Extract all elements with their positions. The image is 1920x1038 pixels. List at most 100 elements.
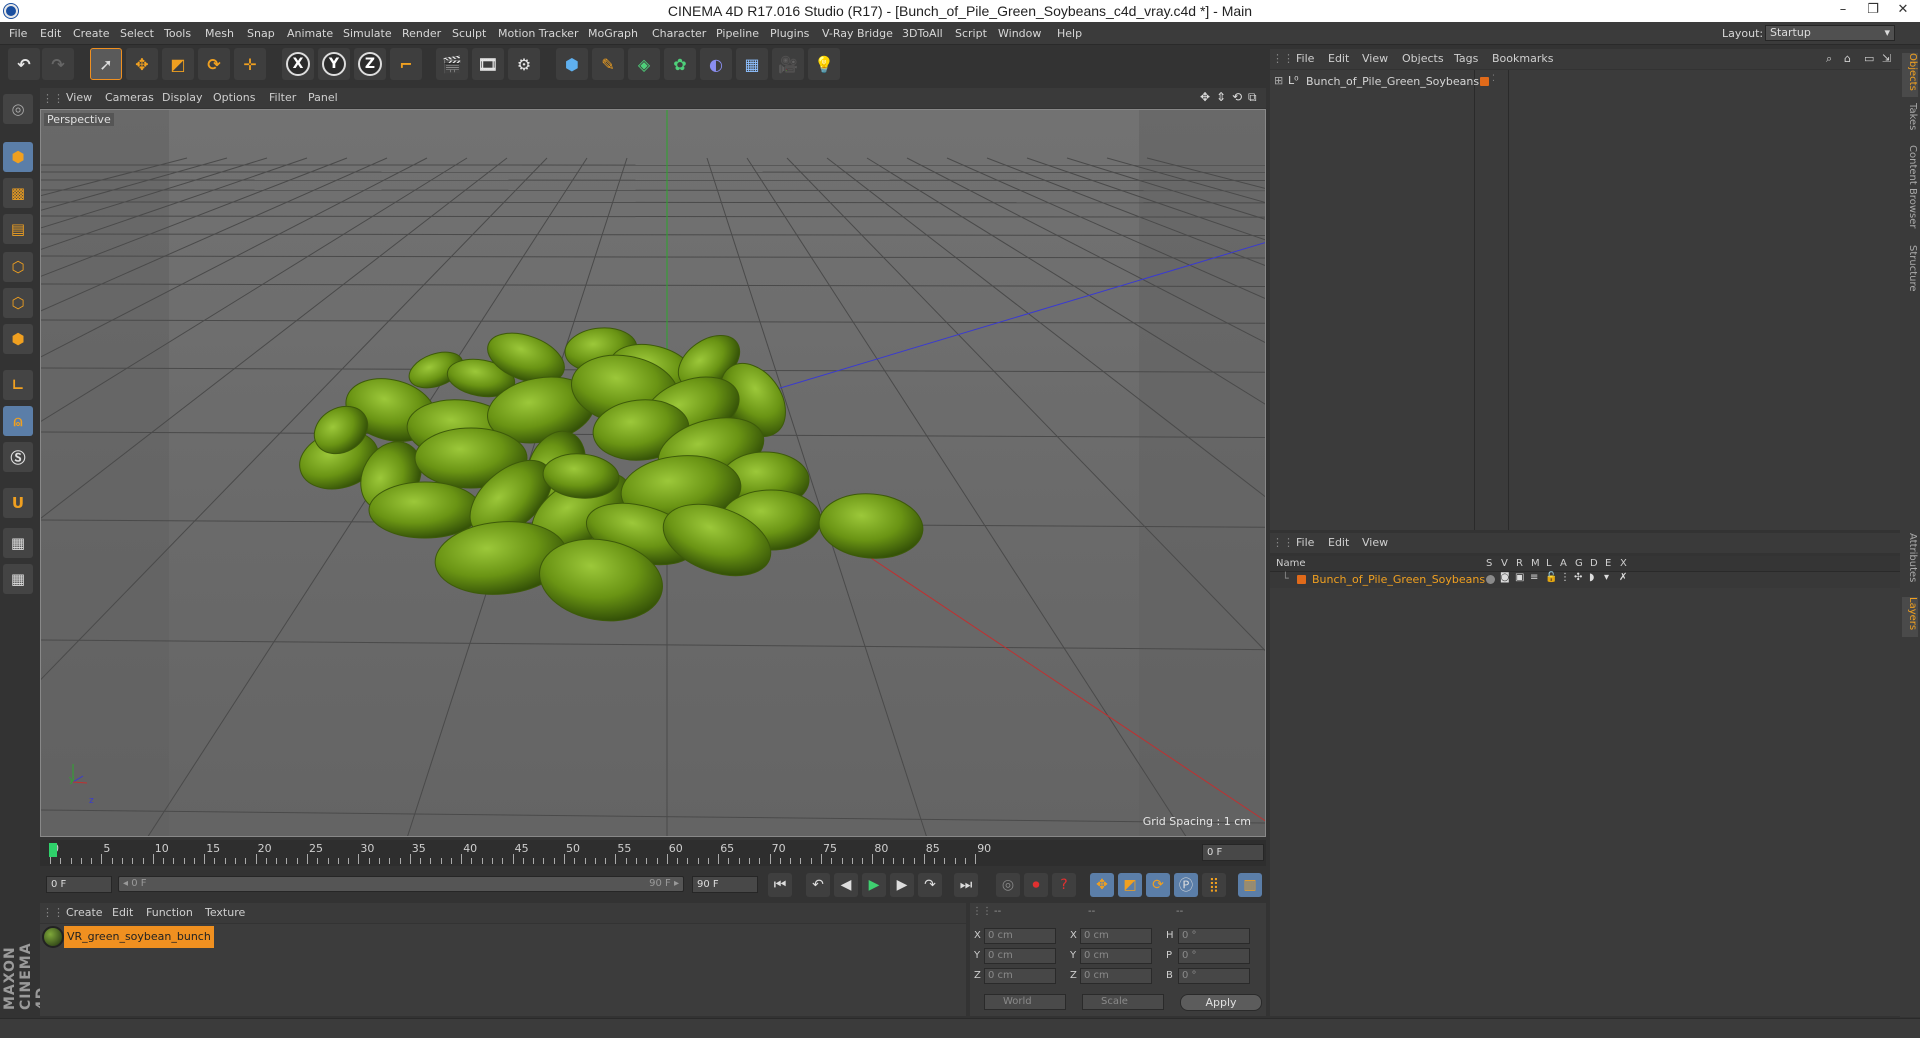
lock-workplane-button[interactable]: ▦ xyxy=(3,528,33,558)
previous-frame-button[interactable]: ◀ xyxy=(834,873,858,897)
om-menu-objects[interactable]: Objects xyxy=(1402,52,1444,65)
viewport-camera-label[interactable]: Perspective xyxy=(44,113,114,126)
maximize-view-icon[interactable]: ⧉ xyxy=(1248,90,1257,105)
menu-3dtoall[interactable]: 3DToAll xyxy=(902,27,943,40)
make-editable-button[interactable]: ◎ xyxy=(3,94,33,124)
cube-object-button[interactable]: ⬢ xyxy=(556,48,588,80)
end-frame-field[interactable]: 90 F xyxy=(692,876,758,893)
lm-col-name[interactable]: Name xyxy=(1276,558,1306,569)
tab-layers[interactable]: Layers xyxy=(1902,597,1918,637)
minimize-button[interactable]: – xyxy=(1828,0,1858,20)
timeline-window-button[interactable]: ▥ xyxy=(1238,873,1262,897)
next-frame-button[interactable]: ▶ xyxy=(890,873,914,897)
move-tool-button[interactable]: ✥ xyxy=(126,48,158,80)
apply-button[interactable]: Apply xyxy=(1180,994,1262,1011)
menu-mesh[interactable]: Mesh xyxy=(205,27,234,40)
lm-menu-view[interactable]: View xyxy=(1362,536,1388,549)
record-point-level-button[interactable]: ⣿ xyxy=(1202,873,1226,897)
frame-range-slider[interactable]: ◂ 0 F 90 F ▸ xyxy=(118,876,684,892)
go-to-start-button[interactable]: ⏮ xyxy=(768,873,792,897)
scale-tool-button[interactable]: ◩ xyxy=(162,48,194,80)
menu-help[interactable]: Help xyxy=(1057,27,1082,40)
zoom-view-icon[interactable]: ⇕ xyxy=(1216,90,1226,104)
coord-size-z-field[interactable]: 0 cm xyxy=(1080,968,1152,984)
layer-color-swatch[interactable] xyxy=(1480,77,1489,86)
next-key-button[interactable]: ↷ xyxy=(918,873,942,897)
texture-mode-button[interactable]: ▩ xyxy=(3,178,33,208)
coord-size-y-field[interactable]: 0 cm xyxy=(1080,948,1152,964)
expand-toggle-icon[interactable]: ⊞ xyxy=(1274,74,1283,87)
material-menu-texture[interactable]: Texture xyxy=(205,906,245,919)
redo-button[interactable]: ↷ xyxy=(42,48,74,80)
cloner-button[interactable]: ✿ xyxy=(664,48,696,80)
snap-button[interactable]: U xyxy=(3,488,33,518)
coord-mode-dropdown[interactable]: World xyxy=(984,994,1066,1010)
home-icon[interactable]: ⌂ xyxy=(1844,52,1851,65)
menu-character[interactable]: Character xyxy=(652,27,706,40)
render-settings-button[interactable]: ⚙ xyxy=(508,48,540,80)
material-menu-create[interactable]: Create xyxy=(66,906,103,919)
layer-color-swatch[interactable] xyxy=(1297,575,1306,584)
menu-mograph[interactable]: MoGraph xyxy=(588,27,638,40)
edges-mode-button[interactable]: ⬡ xyxy=(3,288,33,318)
coord-rot-h-field[interactable]: 0 ° xyxy=(1178,928,1250,944)
lm-col-manager[interactable]: M xyxy=(1531,558,1540,569)
menu-create[interactable]: Create xyxy=(73,27,110,40)
menu-window[interactable]: Window xyxy=(998,27,1041,40)
menu-tools[interactable]: Tools xyxy=(164,27,191,40)
menu-select[interactable]: Select xyxy=(120,27,154,40)
render-picture-viewer-button[interactable]: 🎞 xyxy=(472,48,504,80)
coord-size-mode-dropdown[interactable]: Scale xyxy=(1082,994,1164,1010)
layer-name[interactable]: Bunch_of_Pile_Green_Soybeans xyxy=(1312,573,1485,586)
perspective-viewport[interactable]: Perspective Grid Spacing : 1 cm y z xyxy=(40,109,1266,837)
render-toggle-icon[interactable]: ▣ xyxy=(1515,572,1524,583)
transform-tool-button[interactable]: ✛ xyxy=(234,48,266,80)
record-keys-button[interactable]: ◎ xyxy=(996,873,1020,897)
layer-row[interactable]: └ Bunch_of_Pile_Green_Soybeans ◙ ▣ ≡ 🔓 ⋮… xyxy=(1270,572,1900,588)
go-to-end-button[interactable]: ⏭ xyxy=(954,873,978,897)
tweak-mode-button[interactable]: ⍝ xyxy=(3,406,33,436)
playhead-marker[interactable] xyxy=(49,843,57,857)
workplane-mode-button[interactable]: ▤ xyxy=(3,214,33,244)
deformer-button[interactable]: ◐ xyxy=(700,48,732,80)
object-row[interactable]: ⊞ L⁰ Bunch_of_Pile_Green_Soybeans ⁚ xyxy=(1270,74,1900,90)
polygons-mode-button[interactable]: ⬢ xyxy=(3,324,33,354)
coord-size-x-field[interactable]: 0 cm xyxy=(1080,928,1152,944)
coord-pos-z-field[interactable]: 0 cm xyxy=(984,968,1056,984)
lm-col-expressions[interactable]: E xyxy=(1605,558,1611,569)
coord-pos-x-field[interactable]: 0 cm xyxy=(984,928,1056,944)
z-axis-lock-button[interactable]: Z xyxy=(354,48,386,80)
coord-pos-y-field[interactable]: 0 cm xyxy=(984,948,1056,964)
animation-toggle-icon[interactable]: ⋮ xyxy=(1560,572,1570,583)
select-tool-button[interactable]: ➚ xyxy=(90,48,122,80)
lm-col-view[interactable]: V xyxy=(1501,558,1508,569)
previous-key-button[interactable]: ↶ xyxy=(806,873,830,897)
menu-sculpt[interactable]: Sculpt xyxy=(452,27,486,40)
menu-render[interactable]: Render xyxy=(402,27,441,40)
layout-dropdown[interactable]: Startup ▾ xyxy=(1765,25,1895,41)
material-menu-edit[interactable]: Edit xyxy=(112,906,133,919)
material-item[interactable]: VR_green_soybean_bunch xyxy=(42,926,214,948)
spline-pen-button[interactable]: ✎ xyxy=(592,48,624,80)
undo-button[interactable]: ↶ xyxy=(8,48,40,80)
axis-mode-button[interactable]: ∟ xyxy=(3,370,33,400)
camera-object-button[interactable]: 🎥 xyxy=(772,48,804,80)
menu-simulate[interactable]: Simulate xyxy=(343,27,392,40)
y-axis-lock-button[interactable]: Y xyxy=(318,48,350,80)
record-scale-button[interactable]: ◩ xyxy=(1118,873,1142,897)
planar-workplane-button[interactable]: ▦ xyxy=(3,564,33,594)
viewport-menu-panel[interactable]: Panel xyxy=(308,91,338,104)
close-button[interactable]: ✕ xyxy=(1888,0,1918,20)
floor-object-button[interactable]: ▦ xyxy=(736,48,768,80)
tab-attributes[interactable]: Attributes xyxy=(1902,533,1918,591)
lm-col-xref[interactable]: X xyxy=(1620,558,1627,569)
menu-edit[interactable]: Edit xyxy=(40,27,61,40)
om-menu-edit[interactable]: Edit xyxy=(1328,52,1349,65)
material-menu-function[interactable]: Function xyxy=(146,906,193,919)
restore-button[interactable]: ❐ xyxy=(1858,0,1888,20)
coordinate-system-button[interactable]: ⌐ xyxy=(390,48,422,80)
render-view-button[interactable]: 🎬 xyxy=(436,48,468,80)
solo-button[interactable]: Ⓢ xyxy=(3,442,33,472)
coord-rot-p-field[interactable]: 0 ° xyxy=(1178,948,1250,964)
play-button[interactable]: ▶ xyxy=(862,873,886,897)
